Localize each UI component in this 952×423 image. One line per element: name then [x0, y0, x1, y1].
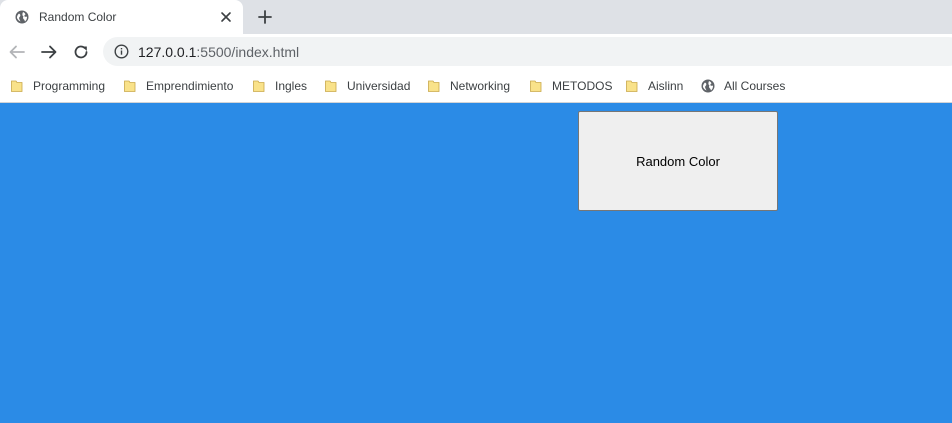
globe-icon	[701, 79, 715, 93]
toolbar: 127.0.0.1:5500/index.html	[0, 34, 952, 69]
bookmark-emprendimiento[interactable]: Emprendimiento	[123, 69, 233, 102]
bookmark-ingles[interactable]: Ingles	[252, 69, 307, 102]
tab-random-color[interactable]: Random Color	[0, 0, 243, 34]
bookmark-metodos[interactable]: METODOS	[529, 69, 612, 102]
bookmark-universidad[interactable]: Universidad	[324, 69, 410, 102]
bookmark-label: METODOS	[552, 78, 613, 93]
info-icon[interactable]	[114, 44, 129, 59]
arrow-right-icon[interactable]	[38, 41, 60, 63]
plus-icon[interactable]	[255, 7, 275, 27]
url-text: 127.0.0.1:5500/index.html	[138, 44, 299, 60]
random-color-button[interactable]: Random Color	[578, 111, 778, 211]
folder-icon	[427, 79, 441, 93]
address-bar[interactable]: 127.0.0.1:5500/index.html	[103, 37, 952, 66]
url-path: :5500/index.html	[196, 44, 300, 60]
bookmark-programming[interactable]: Programming	[10, 69, 105, 102]
browser-window: Random Color 127.0.0.1:5500/index.html P…	[0, 0, 952, 423]
bookmark-label: All Courses	[724, 78, 786, 93]
url-host: 127.0.0.1	[138, 44, 197, 60]
folder-icon	[10, 79, 24, 93]
bookmark-label: Programming	[33, 78, 106, 93]
bookmark-networking[interactable]: Networking	[427, 69, 510, 102]
close-icon[interactable]	[218, 9, 234, 25]
tab-strip: Random Color	[0, 0, 952, 34]
page-content: Random Color	[0, 103, 952, 423]
folder-icon	[123, 79, 137, 93]
globe-icon	[15, 10, 29, 24]
tab-title: Random Color	[39, 10, 117, 24]
bookmark-aislinn[interactable]: Aislinn	[625, 69, 683, 102]
bookmark-label: Aislinn	[648, 78, 684, 93]
folder-icon	[529, 79, 543, 93]
bookmark-all-courses[interactable]: All Courses	[701, 69, 785, 102]
folder-icon	[625, 79, 639, 93]
bookmarks-bar: Programming Emprendimiento Ingles Univer…	[0, 69, 952, 103]
bookmark-label: Emprendimiento	[146, 78, 234, 93]
arrow-left-icon[interactable]	[6, 41, 28, 63]
bookmark-label: Universidad	[347, 78, 411, 93]
folder-icon	[252, 79, 266, 93]
bookmark-label: Networking	[450, 78, 511, 93]
folder-icon	[324, 79, 338, 93]
bookmark-label: Ingles	[275, 78, 308, 93]
reload-icon[interactable]	[70, 41, 92, 63]
